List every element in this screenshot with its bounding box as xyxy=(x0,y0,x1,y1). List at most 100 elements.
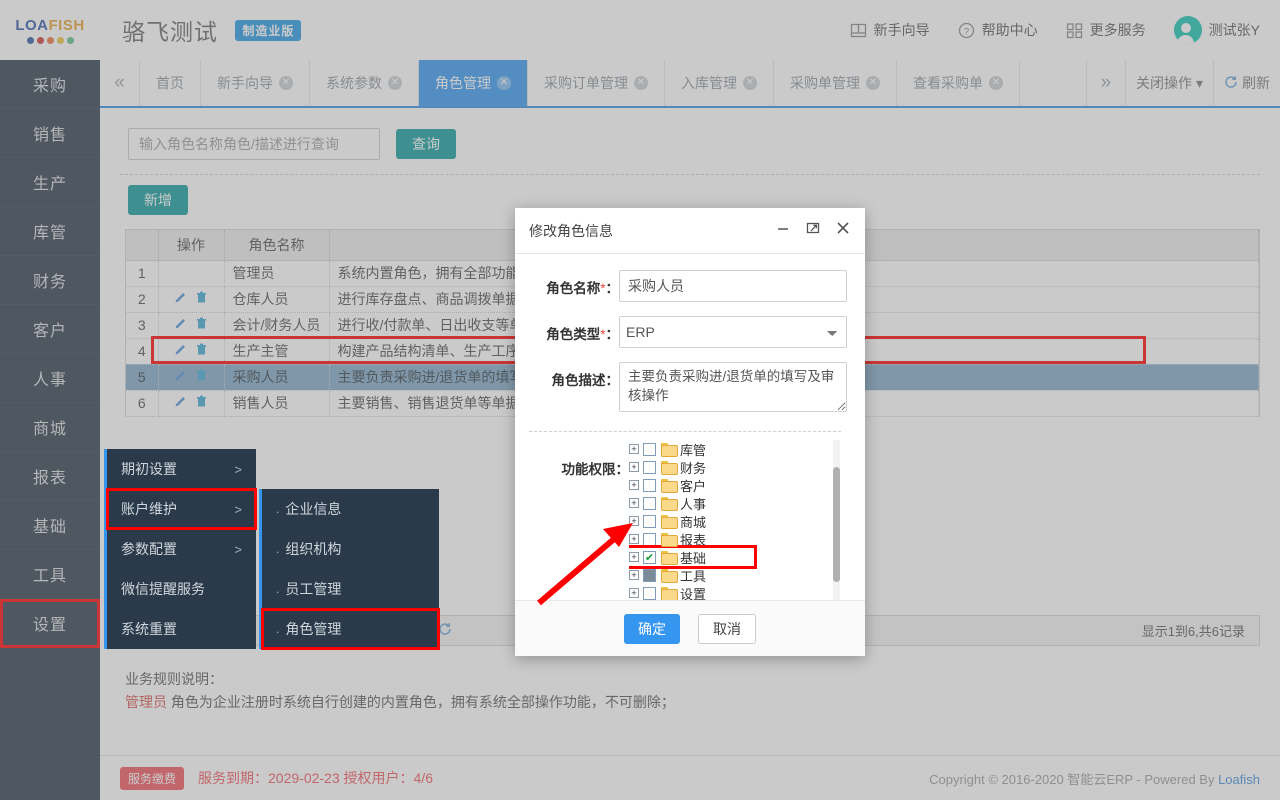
menu-item-参数配置[interactable]: 参数配置 > xyxy=(107,529,256,569)
menu-item-label: 参数配置 xyxy=(121,541,177,557)
close-icon[interactable] xyxy=(835,220,851,241)
bullet-icon: . xyxy=(276,582,280,596)
role-name-row: 角色名称*： xyxy=(523,270,847,302)
expand-icon[interactable]: + xyxy=(629,588,639,598)
menu-item-label: 期初设置 xyxy=(121,461,177,477)
permission-checkbox[interactable] xyxy=(643,514,656,528)
permission-tree-area: 功能权限： + 库管 + 财务 + 客户 + 人事 + 商城 + 报表 + ✔ 基础 + 工具 + 设置 xyxy=(523,440,847,602)
permission-label: 功能权限： xyxy=(523,458,630,478)
permission-node-客户[interactable]: + 客户 xyxy=(629,476,847,494)
permission-node-商城[interactable]: + 商城 xyxy=(629,512,847,530)
expand-icon[interactable]: + xyxy=(629,444,639,454)
chevron-right-icon: > xyxy=(234,461,242,477)
role-desc-row: 角色描述： 主要负责采购进/退货单的填写及审核操作 xyxy=(523,362,847,417)
maximize-icon[interactable] xyxy=(805,220,821,241)
menu-item-label: 组织机构 xyxy=(285,541,342,557)
folder-icon xyxy=(661,587,678,601)
permission-checkbox[interactable] xyxy=(643,586,656,600)
permission-checkbox[interactable]: ✔ xyxy=(643,550,656,564)
permission-checkbox[interactable] xyxy=(643,460,656,474)
role-type-label: 角色类型*： xyxy=(523,316,619,343)
expand-icon[interactable]: + xyxy=(629,534,639,544)
dialog-footer: 确定 取消 xyxy=(515,600,865,656)
permission-label: 客户 xyxy=(680,478,707,494)
permission-node-工具[interactable]: + 工具 xyxy=(629,566,847,584)
folder-icon xyxy=(661,443,678,457)
menu-item-label: 角色管理 xyxy=(285,621,342,637)
account-maintenance-submenu: . 企业信息. 组织机构. 员工管理 . 角色管理 xyxy=(259,489,440,650)
label-colon: ： xyxy=(605,281,620,296)
dialog-divider xyxy=(529,431,841,432)
edit-role-dialog: 修改角色信息 角色名称*： 角色类型*： ERP xyxy=(515,208,865,656)
permission-checkbox[interactable] xyxy=(643,568,656,582)
folder-icon xyxy=(661,551,678,565)
minimize-icon[interactable] xyxy=(775,220,791,241)
chevron-right-icon: > xyxy=(234,501,242,517)
permission-node-人事[interactable]: + 人事 xyxy=(629,494,847,512)
dialog-title: 修改角色信息 xyxy=(529,222,613,239)
permission-checkbox[interactable] xyxy=(643,442,656,456)
role-desc-label-text: 角色描述 xyxy=(551,373,606,388)
label-colon: ： xyxy=(605,373,620,388)
cancel-button[interactable]: 取消 xyxy=(698,613,756,644)
folder-icon xyxy=(661,515,678,529)
settings-primary-menu: 期初设置 > 账户维护 > 参数配置 > 微信提醒服务 系统重置 xyxy=(104,449,257,649)
dialog-header: 修改角色信息 xyxy=(515,208,865,254)
menu-item-label: 企业信息 xyxy=(285,501,342,517)
menu-item-期初设置[interactable]: 期初设置 > xyxy=(107,449,256,489)
role-name-label: 角色名称*： xyxy=(523,270,619,297)
menu-item-系统重置[interactable]: 系统重置 xyxy=(107,609,256,649)
permission-label: 财务 xyxy=(680,460,707,476)
permission-label-text: 功能权限 xyxy=(561,462,616,477)
permission-label: 工具 xyxy=(680,568,707,584)
permission-node-基础[interactable]: + ✔ 基础 xyxy=(629,545,757,569)
permission-label: 报表 xyxy=(680,532,707,548)
menu-item-员工管理[interactable]: . 员工管理 xyxy=(262,569,439,609)
expand-icon[interactable]: + xyxy=(629,570,639,580)
confirm-button[interactable]: 确定 xyxy=(624,613,680,644)
permission-node-库管[interactable]: + 库管 xyxy=(629,440,847,458)
folder-icon xyxy=(661,569,678,583)
permission-label: 基础 xyxy=(680,550,707,566)
expand-icon[interactable]: + xyxy=(629,516,639,526)
folder-icon xyxy=(661,533,678,547)
role-name-label-text: 角色名称 xyxy=(546,281,601,296)
role-name-input[interactable] xyxy=(619,270,847,302)
folder-icon xyxy=(661,479,678,493)
label-colon: ： xyxy=(615,462,630,477)
folder-icon xyxy=(661,497,678,511)
role-desc-textarea[interactable]: 主要负责采购进/退货单的填写及审核操作 xyxy=(619,362,847,412)
role-desc-label: 角色描述： xyxy=(523,362,620,389)
bullet-icon: . xyxy=(276,502,280,516)
role-type-label-text: 角色类型 xyxy=(546,327,601,342)
menu-item-账户维护[interactable]: 账户维护 > xyxy=(106,488,257,530)
menu-item-角色管理[interactable]: . 角色管理 xyxy=(261,608,440,650)
menu-item-label: 员工管理 xyxy=(285,581,342,597)
menu-item-微信提醒服务[interactable]: 微信提醒服务 xyxy=(107,569,256,609)
bullet-icon: . xyxy=(276,542,280,556)
dialog-window-controls xyxy=(775,220,851,241)
expand-icon[interactable]: + xyxy=(629,480,639,490)
expand-icon[interactable]: + xyxy=(629,498,639,508)
menu-item-label: 系统重置 xyxy=(121,621,177,637)
folder-icon xyxy=(661,461,678,475)
app-root: LOAFISH 骆飞测试 制造业版 新手向导 ? 帮助中心 更多服务 测试张Y … xyxy=(0,0,1280,800)
permission-checkbox[interactable] xyxy=(643,496,656,510)
permission-label: 商城 xyxy=(680,514,707,530)
chevron-right-icon: > xyxy=(234,541,242,557)
permission-checkbox[interactable] xyxy=(643,478,656,492)
menu-item-组织机构[interactable]: . 组织机构 xyxy=(262,529,439,569)
role-type-row: 角色类型*： ERP xyxy=(523,316,847,348)
menu-item-label: 账户维护 xyxy=(121,501,177,517)
permission-node-财务[interactable]: + 财务 xyxy=(629,458,847,476)
menu-item-企业信息[interactable]: . 企业信息 xyxy=(262,489,439,529)
label-colon: ： xyxy=(605,327,620,342)
expand-icon[interactable]: + xyxy=(629,462,639,472)
menu-item-label: 微信提醒服务 xyxy=(121,581,205,597)
permission-tree: + 库管 + 财务 + 客户 + 人事 + 商城 + 报表 + ✔ 基础 + 工具 + 设置 xyxy=(629,440,847,602)
permission-label: 人事 xyxy=(680,496,707,512)
permission-checkbox[interactable] xyxy=(643,532,656,546)
expand-icon[interactable]: + xyxy=(629,552,639,562)
role-type-select[interactable]: ERP xyxy=(619,316,847,348)
permission-node-报表[interactable]: + 报表 xyxy=(629,530,847,548)
